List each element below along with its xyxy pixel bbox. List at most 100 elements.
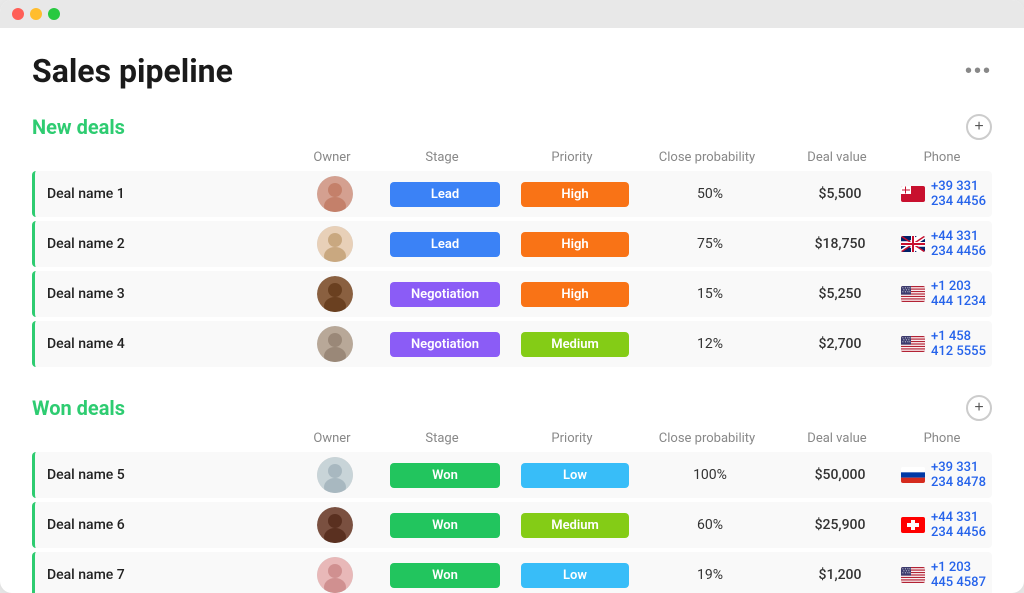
content-area: Sales pipeline ••• New deals+OwnerStageP… <box>0 28 1024 593</box>
table-row[interactable]: Deal name 7 WonLow19%$1,200 ★★★★ ★★★ ★★★… <box>32 552 992 593</box>
phone-cell[interactable]: +39 331 234 4456 <box>895 175 992 213</box>
deal-value-cell: $5,250 <box>785 282 895 306</box>
deal-value-cell: $1,200 <box>785 563 895 587</box>
table-row[interactable]: Deal name 4 Negotiation Medium 12% $2,700 ★… <box>32 321 992 367</box>
phone-number[interactable]: +1 458 412 5555 <box>931 329 986 359</box>
deal-name: Deal name 4 <box>35 332 295 356</box>
table-row[interactable]: Deal name 5 WonLow100%$50,000 +39 331 23… <box>32 452 992 498</box>
deal-value-cell: $18,750 <box>785 232 895 256</box>
phone-number[interactable]: +1 203 444 1234 <box>931 279 986 309</box>
table-row[interactable]: Deal name 6 WonMedium60%$25,900 +44 331 … <box>32 502 992 548</box>
deal-name: Deal name 1 <box>35 182 295 206</box>
avatar <box>317 557 353 593</box>
table-wrap: OwnerStagePriorityClose probabilityDeal … <box>32 150 992 367</box>
deal-value-cell: $2,700 <box>785 332 895 356</box>
probability-value: 19% <box>697 567 723 583</box>
avatar <box>317 176 353 212</box>
stage-badge: Won <box>390 563 500 588</box>
deal-value: $25,900 <box>815 517 866 533</box>
phone-cell[interactable]: ★★★★ ★★★ ★★★★ +1 458 412 5555 <box>895 325 992 363</box>
stage-badge: Negotiation <box>390 282 500 307</box>
column-header-2: Stage <box>372 431 512 446</box>
deal-value-cell: $5,500 <box>785 182 895 206</box>
table-column-headers: OwnerStagePriorityClose probabilityDeal … <box>32 150 992 171</box>
priority-badge: High <box>521 182 629 207</box>
flag-uk <box>901 236 925 252</box>
phone-info: ★★★★ ★★★ ★★★★ +1 458 412 5555 <box>901 329 986 359</box>
titlebar <box>0 0 1024 28</box>
phone-info: +44 331 234 4456 <box>901 510 986 540</box>
table-column-headers: OwnerStagePriorityClose probabilityDeal … <box>32 431 992 452</box>
phone-cell[interactable]: +39 331 234 8478 <box>895 456 992 494</box>
deal-value-cell: $50,000 <box>785 463 895 487</box>
deal-value: $18,750 <box>815 236 866 252</box>
column-header-4: Close probability <box>632 150 782 165</box>
section-title: Won deals <box>32 396 125 420</box>
deal-value: $2,700 <box>819 336 862 352</box>
svg-text:★: ★ <box>909 572 911 575</box>
deal-name: Deal name 5 <box>35 463 295 487</box>
section-won-deals: Won deals + OwnerStagePriorityClose probab… <box>32 395 992 593</box>
phone-number[interactable]: +44 331 234 4456 <box>931 510 986 540</box>
table-row[interactable]: Deal name 2 LeadHigh75%$18,750 +44 331 2… <box>32 221 992 267</box>
table-row[interactable]: Deal name 3 NegotiationHigh15%$5,250 ★★★… <box>32 271 992 317</box>
phone-number[interactable]: +39 331 234 8478 <box>931 460 986 490</box>
priority-badge: High <box>521 282 629 307</box>
app-window: Sales pipeline ••• New deals+OwnerStageP… <box>0 0 1024 593</box>
more-options-button[interactable]: ••• <box>965 60 992 83</box>
page-header: Sales pipeline ••• <box>32 52 992 90</box>
phone-info: +39 331 234 8478 <box>901 460 986 490</box>
priority-badge: Medium <box>521 513 629 538</box>
column-header-1: Owner <box>292 150 372 165</box>
flag-russia <box>901 467 925 483</box>
probability-value: 100% <box>693 467 727 483</box>
priority-cell: Low <box>515 559 635 592</box>
avatar <box>317 326 353 362</box>
priority-badge: Low <box>521 563 629 588</box>
deal-name: Deal name 6 <box>35 513 295 537</box>
column-header-3: Priority <box>512 150 632 165</box>
phone-cell[interactable]: ★★★★ ★★★ ★★★★ +1 203 445 4587 <box>895 556 992 593</box>
phone-info: ★★★★ ★★★ ★★★★ +1 203 444 1234 <box>901 279 986 309</box>
stage-cell: Won <box>375 459 515 492</box>
column-header-0 <box>32 431 292 446</box>
probability-cell: 50% <box>635 182 785 206</box>
phone-cell[interactable]: +44 331 234 4456 <box>895 506 992 544</box>
stage-cell: Lead <box>375 228 515 261</box>
add-deal-button[interactable]: + <box>966 114 992 140</box>
minimize-dot[interactable] <box>30 8 42 20</box>
phone-cell[interactable]: +44 331 234 4456 <box>895 225 992 263</box>
probability-value: 75% <box>697 236 723 252</box>
flag-us: ★★★★ ★★★ ★★★★ <box>901 567 925 583</box>
column-header-5: Deal value <box>782 431 892 446</box>
probability-cell: 12% <box>635 332 785 356</box>
section-header: New deals + <box>32 114 992 140</box>
probability-cell: 15% <box>635 282 785 306</box>
add-deal-button[interactable]: + <box>966 395 992 421</box>
phone-number[interactable]: +39 331 234 4456 <box>931 179 986 209</box>
priority-badge: Medium <box>521 332 629 357</box>
priority-cell: High <box>515 278 635 311</box>
stage-badge: Negotiation <box>390 332 500 357</box>
phone-number[interactable]: +44 331 234 4456 <box>931 229 986 259</box>
maximize-dot[interactable] <box>48 8 60 20</box>
flag-switzerland <box>901 517 925 533</box>
owner-cell <box>295 553 375 593</box>
priority-cell: High <box>515 228 635 261</box>
flag-us: ★★★★ ★★★ ★★★★ <box>901 286 925 302</box>
flag-us: ★★★★ ★★★ ★★★★ <box>901 336 925 352</box>
priority-cell: Medium <box>515 509 635 542</box>
close-dot[interactable] <box>12 8 24 20</box>
phone-number[interactable]: +1 203 445 4587 <box>931 560 986 590</box>
section-title: New deals <box>32 115 125 139</box>
phone-info: +44 331 234 4456 <box>901 229 986 259</box>
column-header-6: Phone <box>892 150 992 165</box>
probability-value: 15% <box>697 286 723 302</box>
owner-cell <box>295 222 375 266</box>
table-row[interactable]: Deal name 1 Lead High50%$5,500 +39 331 23… <box>32 171 992 217</box>
probability-value: 12% <box>697 336 723 352</box>
stage-badge: Lead <box>390 182 500 207</box>
probability-value: 60% <box>697 517 723 533</box>
phone-cell[interactable]: ★★★★ ★★★ ★★★★ +1 203 444 1234 <box>895 275 992 313</box>
page-title: Sales pipeline <box>32 52 233 90</box>
